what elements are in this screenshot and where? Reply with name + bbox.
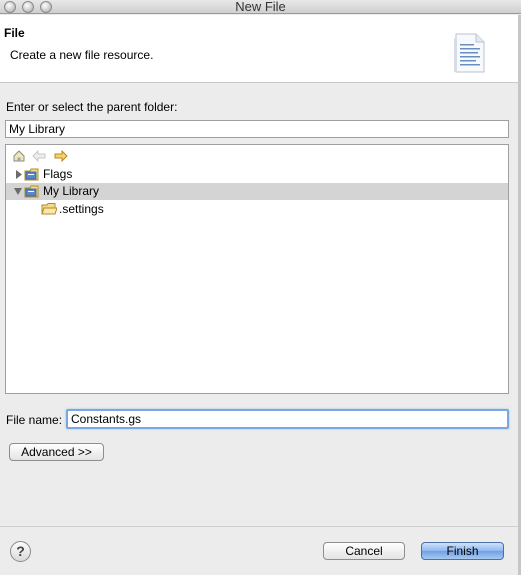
title-bar: New File xyxy=(0,0,521,14)
expand-arrow-icon[interactable] xyxy=(14,166,24,183)
parent-folder-input[interactable] xyxy=(5,120,509,138)
tree-item-label: My Library xyxy=(43,184,100,198)
document-icon xyxy=(454,33,485,73)
parent-folder-label: Enter or select the parent folder: xyxy=(6,100,178,114)
tree-item-my-library[interactable]: My Library xyxy=(6,183,508,200)
finish-button[interactable]: Finish xyxy=(421,542,504,560)
tree-item-flags[interactable]: Flags xyxy=(6,166,508,183)
collapse-arrow-icon[interactable] xyxy=(13,183,23,200)
button-bar-divider xyxy=(0,526,521,527)
tree-item-settings[interactable]: .settings xyxy=(6,201,508,218)
folder-tree[interactable]: Flags My Library .settings xyxy=(5,144,509,394)
file-name-label: File name: xyxy=(6,413,63,427)
help-icon[interactable]: ? xyxy=(10,541,31,562)
project-icon xyxy=(24,185,39,198)
tree-item-label: Flags xyxy=(43,167,73,181)
home-icon[interactable] xyxy=(11,148,27,164)
project-icon xyxy=(24,168,39,181)
folder-icon xyxy=(41,203,57,215)
file-name-input[interactable] xyxy=(66,409,509,429)
tree-item-label: .settings xyxy=(59,202,104,216)
wizard-page-title: File xyxy=(4,26,25,40)
advanced-button[interactable]: Advanced >> xyxy=(9,443,104,461)
window-title: New File xyxy=(235,0,286,14)
forward-icon[interactable] xyxy=(53,148,69,164)
back-icon[interactable] xyxy=(31,148,47,164)
wizard-page-description: Create a new file resource. xyxy=(10,48,154,62)
cancel-button[interactable]: Cancel xyxy=(323,542,405,560)
wizard-banner: File Create a new file resource. xyxy=(0,15,521,83)
